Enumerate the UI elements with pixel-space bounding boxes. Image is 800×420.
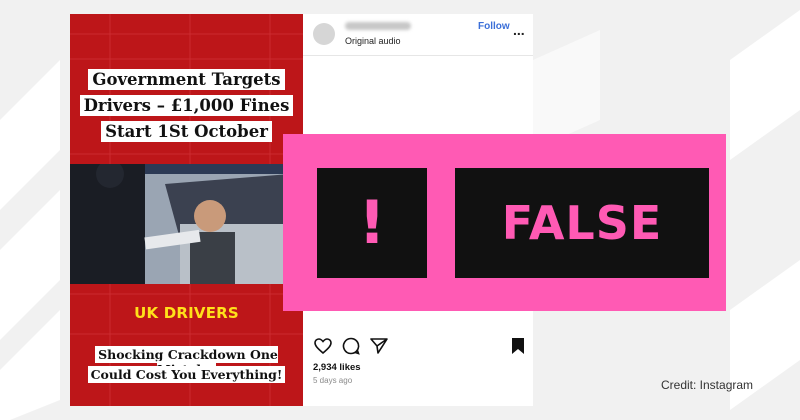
follow-button[interactable]: Follow <box>478 21 510 32</box>
video-headline-line3: Start 1St October <box>70 121 303 142</box>
avatar[interactable] <box>313 23 335 45</box>
blurred-username[interactable] <box>345 22 411 30</box>
video-headline-line2: Drivers – £1,000 Fines <box>70 95 303 116</box>
likes-count[interactable]: 2,934 likes <box>313 362 361 373</box>
share-icon[interactable] <box>369 336 389 356</box>
video-caption-line2: Could Cost You Everything! <box>70 366 303 383</box>
more-options-icon[interactable]: ... <box>513 22 525 38</box>
video-headline-line1: Government Targets <box>70 69 303 90</box>
comment-icon[interactable] <box>341 336 361 356</box>
verdict-label: FALSE <box>455 168 709 278</box>
post-actions <box>303 336 533 358</box>
post-header: Original audio Follow ... <box>303 14 533 56</box>
video-label: UK DRIVERS <box>134 304 239 322</box>
image-credit: Credit: Instagram <box>661 378 754 392</box>
false-verdict-banner: ! FALSE <box>283 134 726 311</box>
post-video[interactable]: Government Targets Drivers – £1,000 Fine… <box>70 14 303 406</box>
post-date: 5 days ago <box>313 376 353 385</box>
original-audio-label[interactable]: Original audio <box>345 36 401 46</box>
police-stop-photo <box>70 164 303 284</box>
heart-icon[interactable] <box>313 336 333 356</box>
bookmark-icon[interactable] <box>508 336 528 356</box>
exclamation-icon: ! <box>317 168 427 278</box>
